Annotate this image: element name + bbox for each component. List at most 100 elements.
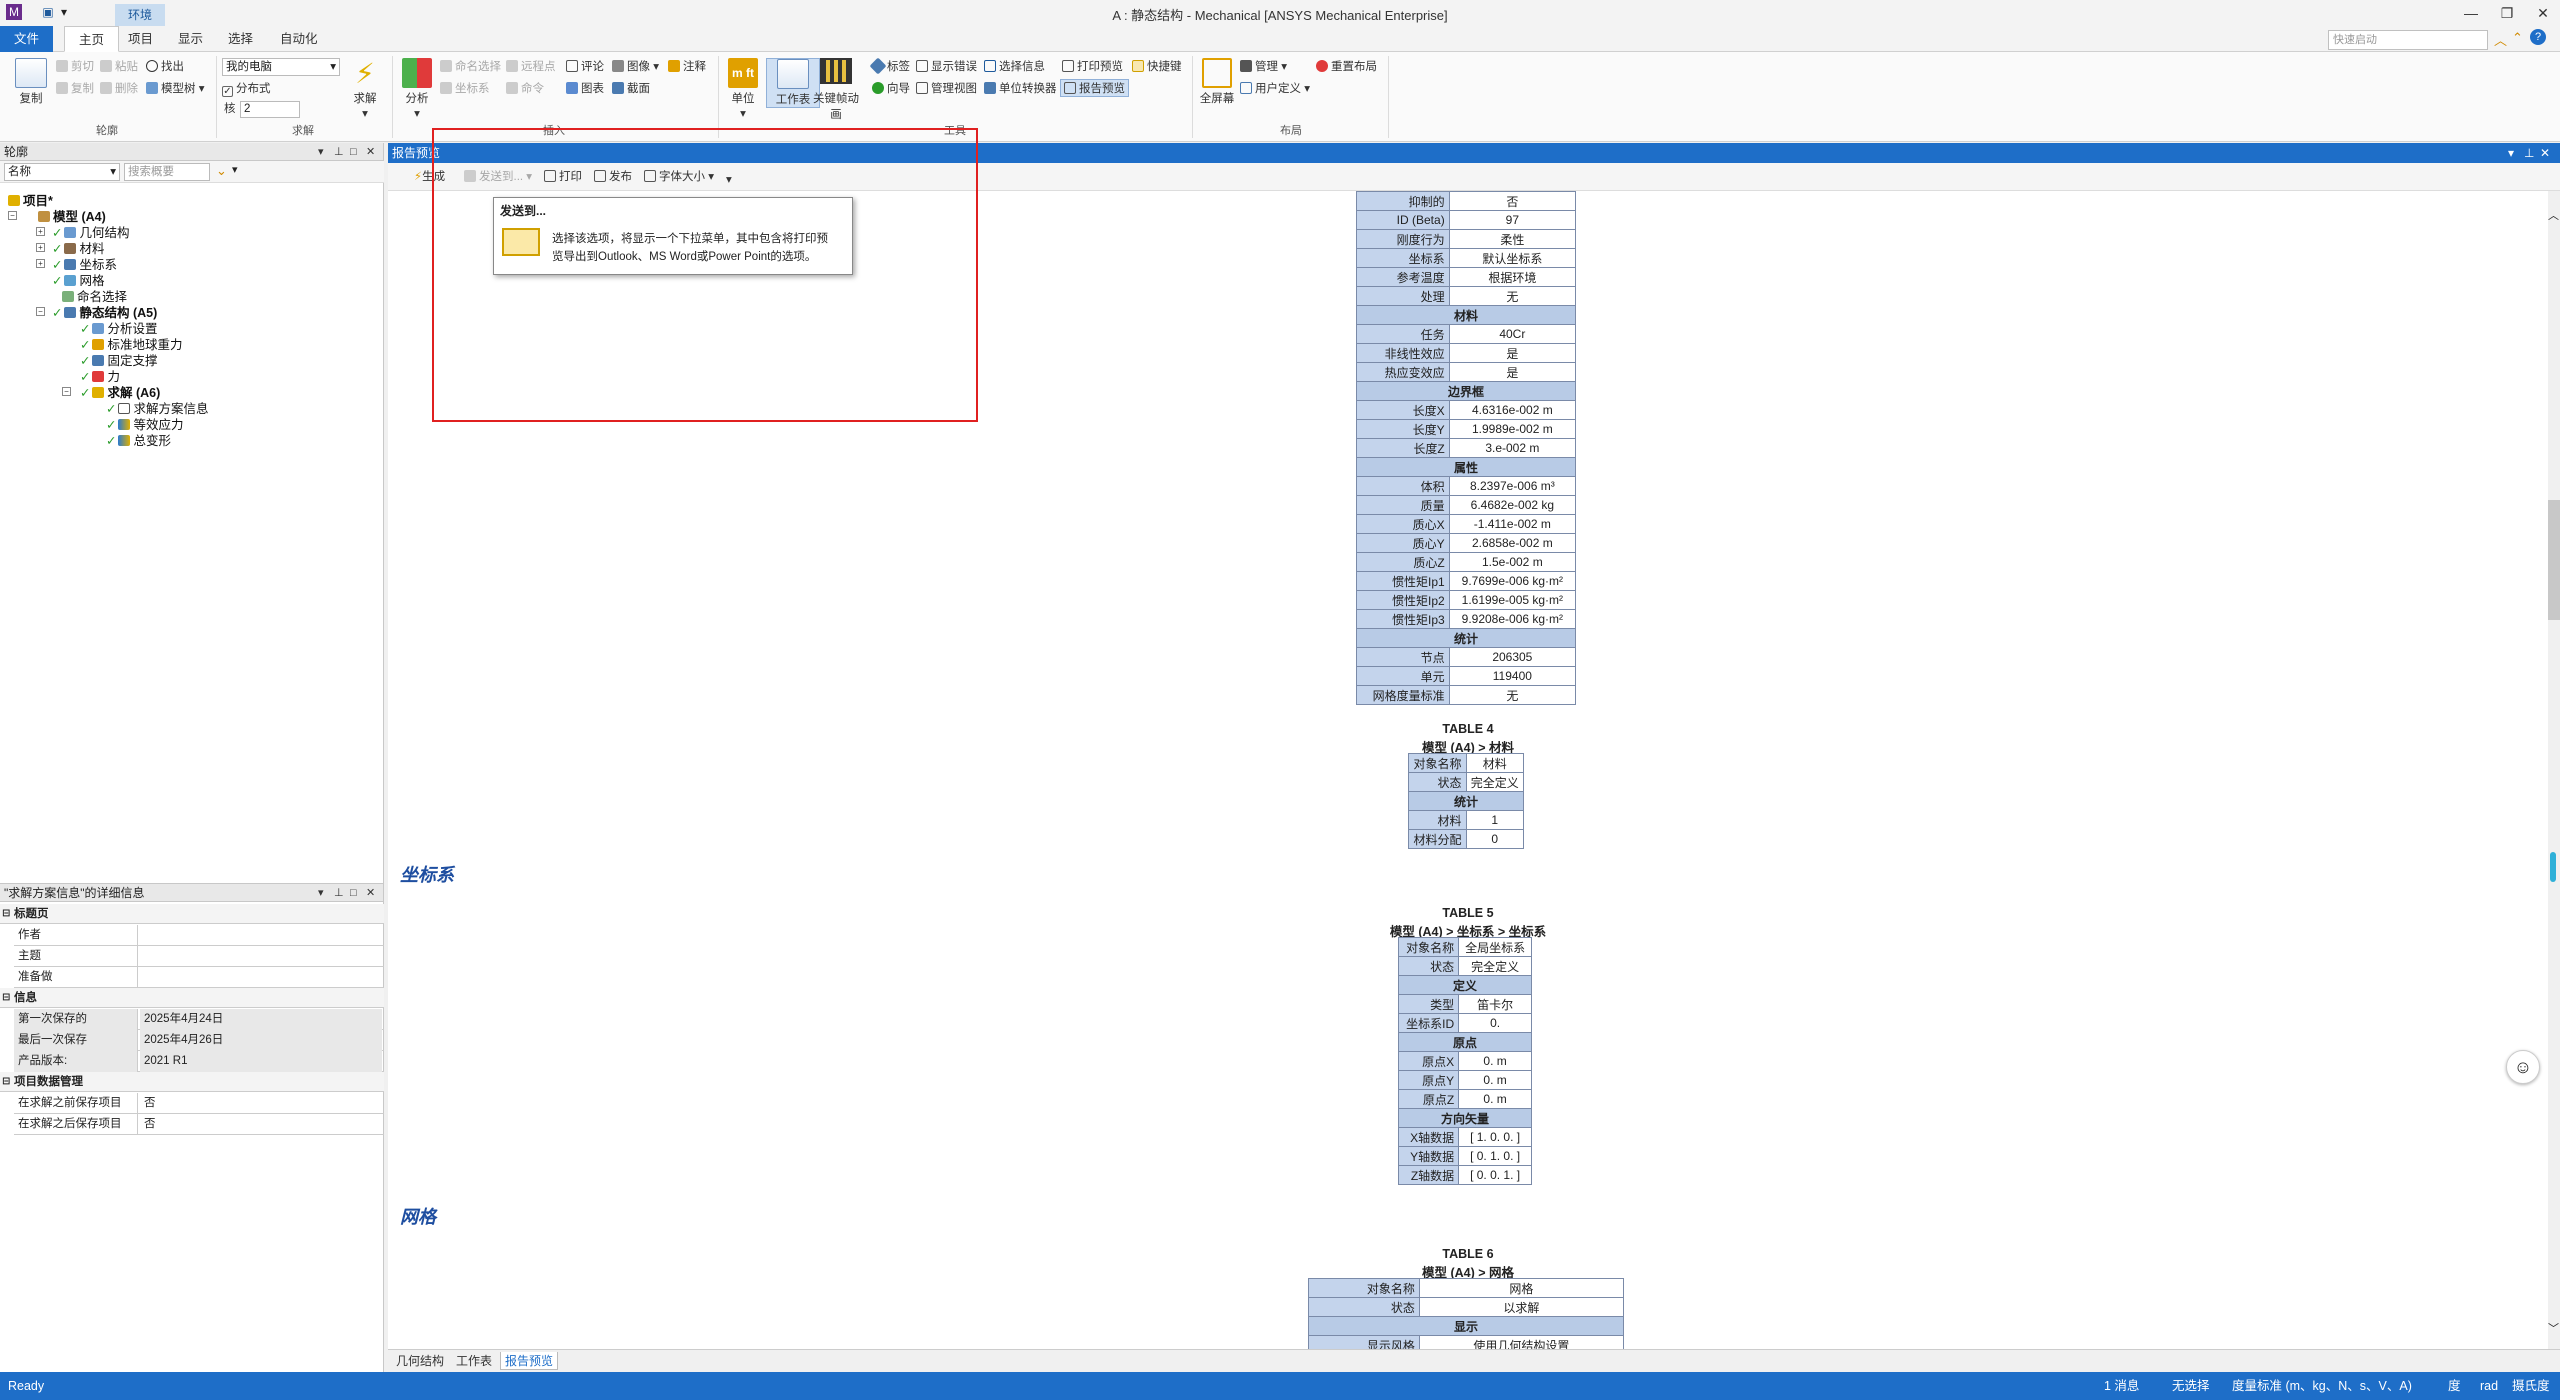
units-button[interactable]: m ft 单位 ▾	[716, 58, 770, 120]
angle-unit-indicator[interactable]: 度	[2448, 1372, 2461, 1400]
manage-view-button[interactable]: 管理视图	[916, 80, 977, 98]
panel-dropdown-icon[interactable]: ▾	[318, 884, 324, 902]
tree-node-force[interactable]: ✓ 力	[80, 369, 120, 385]
tree-node-model[interactable]: 模型 (A4)	[38, 209, 106, 225]
model-tree-button[interactable]: 模型树 ▾	[146, 80, 204, 98]
paste-button[interactable]: 粘贴	[100, 58, 138, 76]
tree-node-solution[interactable]: ✓ 求解 (A6)	[80, 385, 160, 401]
details-row[interactable]: 在求解之前保存项目否	[14, 1093, 384, 1114]
details-row[interactable]: 作者	[14, 925, 384, 946]
panel-dropdown-icon[interactable]: ▾	[2508, 143, 2514, 163]
report-scrollbar[interactable]	[2548, 191, 2560, 1349]
pin-icon[interactable]: ⊥	[334, 143, 344, 161]
maximize-icon[interactable]: □	[350, 884, 357, 902]
tree-node-geometry[interactable]: ✓ 几何结构	[52, 225, 130, 241]
print-preview-button[interactable]: 打印预览	[1062, 58, 1123, 76]
tab-geometry[interactable]: 几何结构	[392, 1352, 448, 1370]
collapse-icon[interactable]: −	[36, 307, 45, 316]
panel-dropdown-icon[interactable]: ▾	[318, 143, 324, 161]
report-preview-button[interactable]: 报告预览	[1060, 79, 1129, 97]
close-icon[interactable]: ✕	[366, 884, 375, 902]
close-icon[interactable]: ✕	[2540, 143, 2550, 163]
distributed-checkbox[interactable]: ✓ 分布式	[222, 80, 271, 98]
tree-node-analysis-settings[interactable]: ✓ 分析设置	[80, 321, 158, 337]
tab-automation[interactable]: 自动化	[266, 26, 332, 52]
tree-node-named-selections[interactable]: 命名选择	[62, 289, 127, 305]
quick-launch-input[interactable]: 快速启动	[2328, 30, 2488, 50]
details-section-title-page[interactable]: ⊟ 标题页	[0, 904, 384, 924]
analysis-button[interactable]: 分析 ▾	[390, 58, 444, 120]
messages-indicator[interactable]: 1 消息	[2104, 1372, 2139, 1400]
shortcut-button[interactable]: 快捷键	[1132, 58, 1182, 76]
manage-button[interactable]: 管理 ▾	[1240, 58, 1287, 76]
outline-search-input[interactable]: 搜索概要	[124, 163, 210, 181]
scroll-down-icon[interactable]: ﹀	[2548, 1320, 2559, 1336]
temperature-unit-indicator[interactable]: 摄氏度	[2512, 1372, 2550, 1400]
show-errors-button[interactable]: 显示错误	[916, 58, 977, 76]
tab-selection[interactable]: 选择	[214, 26, 267, 52]
tab-display[interactable]: 显示	[164, 26, 217, 52]
named-selection-button[interactable]: 命名选择	[440, 58, 501, 76]
tag-button[interactable]: 标签	[869, 57, 910, 76]
solve-button[interactable]: ⚡ 求解 ▾	[338, 58, 392, 120]
copy-big-button[interactable]: 复制	[4, 58, 58, 106]
section-button[interactable]: 截面	[612, 80, 650, 98]
details-row[interactable]: 主题	[14, 946, 384, 967]
rotation-unit-indicator[interactable]: rad	[2480, 1372, 2498, 1400]
collapse-icon[interactable]: −	[8, 211, 17, 220]
tab-report-preview[interactable]: 报告预览	[500, 1352, 559, 1370]
tree-node-materials[interactable]: ✓ 材料	[52, 241, 105, 257]
name-filter-select[interactable]: 名称 ▾	[4, 163, 120, 181]
units-indicator[interactable]: 度量标准 (m、kg、N、s、V、A)	[2232, 1372, 2412, 1400]
wizard-button[interactable]: 向导	[872, 80, 910, 98]
cores-input[interactable]: 2	[240, 101, 300, 118]
tab-project[interactable]: 项目	[114, 26, 167, 52]
tree-node-coordinate-systems[interactable]: ✓ 坐标系	[52, 257, 117, 273]
solve-target-select[interactable]: 我的电脑 ▾	[222, 58, 340, 76]
tree-node-project[interactable]: 项目*	[8, 193, 53, 209]
annotation-button[interactable]: 注释	[668, 58, 706, 76]
pin-icon[interactable]: ⊥	[334, 884, 344, 902]
details-row[interactable]: 在求解之后保存项目否	[14, 1114, 384, 1135]
expand-icon[interactable]: +	[36, 227, 45, 236]
collapse-icon[interactable]: −	[62, 387, 71, 396]
collapse-ribbon-icon[interactable]: ︿	[2494, 30, 2507, 49]
tab-home[interactable]: 主页	[64, 26, 120, 52]
expand-icon[interactable]: ⌃	[2512, 30, 2523, 46]
details-row[interactable]: 准备做	[14, 967, 384, 988]
maximize-icon[interactable]: □	[350, 143, 357, 161]
delete-button[interactable]: 删除	[100, 80, 138, 98]
comment-button[interactable]: 评论	[566, 58, 604, 76]
tree-node-total-deformation[interactable]: ✓ 总变形	[106, 433, 171, 449]
remote-point-button[interactable]: 远程点	[506, 58, 556, 76]
selection-info-button[interactable]: 选择信息	[984, 58, 1045, 76]
minimize-button[interactable]: —	[2454, 2, 2488, 24]
close-button[interactable]: ✕	[2526, 2, 2560, 24]
close-icon[interactable]: ✕	[366, 143, 375, 161]
side-accent-handle[interactable]	[2550, 852, 2556, 882]
duplicate-button[interactable]: 复制	[56, 80, 94, 98]
tab-worksheet[interactable]: 工作表	[452, 1352, 496, 1370]
chevron-down-icon[interactable]: ⌄	[216, 163, 227, 179]
pin-icon[interactable]: ⊥	[2524, 143, 2534, 163]
cut-button[interactable]: 剪切	[56, 58, 94, 76]
chart-button[interactable]: 图表	[566, 80, 604, 98]
find-button[interactable]: 找出	[146, 58, 184, 76]
details-section-information[interactable]: ⊟ 信息	[0, 988, 384, 1008]
tree-node-solution-information[interactable]: ✓ 求解方案信息	[106, 401, 209, 417]
expand-icon[interactable]: +	[36, 259, 45, 268]
tree-node-mesh[interactable]: ✓ 网格	[52, 273, 105, 289]
tree-node-static-structural[interactable]: ✓ 静态结构 (A5)	[52, 305, 157, 321]
tree-node-standard-earth-gravity[interactable]: ✓ 标准地球重力	[80, 337, 183, 353]
tab-file[interactable]: 文件	[0, 26, 54, 52]
details-section-pdm[interactable]: ⊟ 项目数据管理	[0, 1072, 384, 1092]
keyframe-animation-button[interactable]: 关键帧动画	[808, 58, 864, 122]
tree-node-fixed-support[interactable]: ✓ 固定支撑	[80, 353, 158, 369]
user-defined-button[interactable]: 用户定义 ▾	[1240, 80, 1310, 98]
reset-layout-button[interactable]: 重置布局	[1316, 58, 1377, 76]
restore-button[interactable]: ❐	[2490, 2, 2524, 24]
assistant-avatar-icon[interactable]: ☺	[2506, 1050, 2540, 1084]
coordinate-system-button[interactable]: 坐标系	[440, 80, 490, 98]
fullscreen-button[interactable]: 全屏幕	[1190, 58, 1244, 106]
tab-environment[interactable]: 环境	[115, 4, 165, 26]
